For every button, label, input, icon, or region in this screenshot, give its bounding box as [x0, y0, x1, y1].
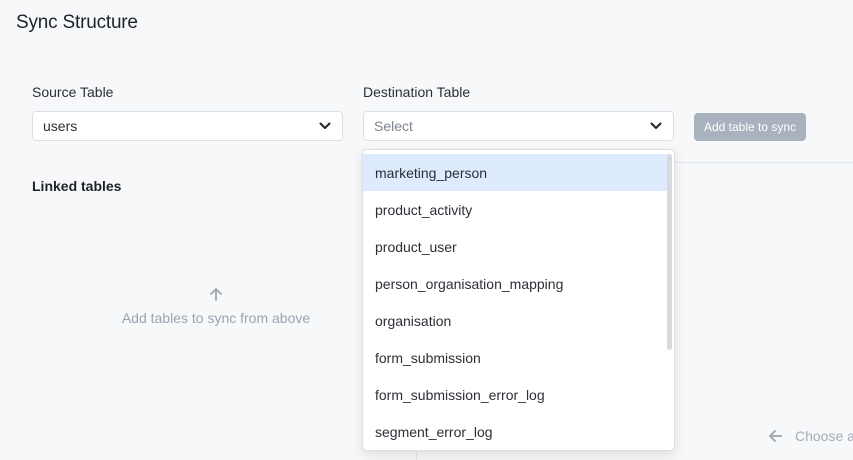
source-table-label: Source Table: [32, 84, 114, 100]
choose-hint-text: Choose a: [795, 428, 853, 444]
destination-table-dropdown[interactable]: marketing_person product_activity produc…: [362, 149, 675, 451]
destination-table-label: Destination Table: [363, 84, 471, 100]
linked-tables-title: Linked tables: [32, 178, 122, 194]
dropdown-option[interactable]: form_submission: [363, 339, 668, 376]
add-table-to-sync-button[interactable]: Add table to sync: [694, 113, 806, 141]
destination-table-placeholder: Select: [374, 118, 413, 134]
page-title: Sync Structure: [16, 12, 138, 33]
section-divider: [674, 162, 853, 163]
chevron-down-icon: [650, 122, 662, 129]
source-table-select[interactable]: users: [32, 111, 343, 141]
source-table-value: users: [43, 118, 78, 134]
choose-hint: Choose a: [767, 428, 853, 444]
dropdown-option[interactable]: product_user: [363, 228, 668, 265]
dropdown-option[interactable]: form_submission_error_log: [363, 376, 668, 413]
dropdown-option[interactable]: product_activity: [363, 191, 668, 228]
linked-tables-empty-state: Add tables to sync from above: [100, 286, 332, 326]
dropdown-option[interactable]: segment_error_log: [363, 413, 668, 450]
dropdown-option[interactable]: organisation: [363, 302, 668, 339]
arrow-up-icon: [210, 288, 222, 301]
dropdown-options-list: marketing_person product_activity produc…: [363, 154, 668, 450]
dropdown-option[interactable]: marketing_person: [363, 154, 668, 191]
dropdown-option[interactable]: person_organisation_mapping: [363, 265, 668, 302]
destination-table-select[interactable]: Select: [363, 111, 674, 141]
empty-state-text: Add tables to sync from above: [121, 310, 311, 326]
arrow-left-icon: [769, 430, 782, 442]
chevron-down-icon: [319, 122, 331, 129]
dropdown-scrollbar[interactable]: [667, 154, 672, 350]
